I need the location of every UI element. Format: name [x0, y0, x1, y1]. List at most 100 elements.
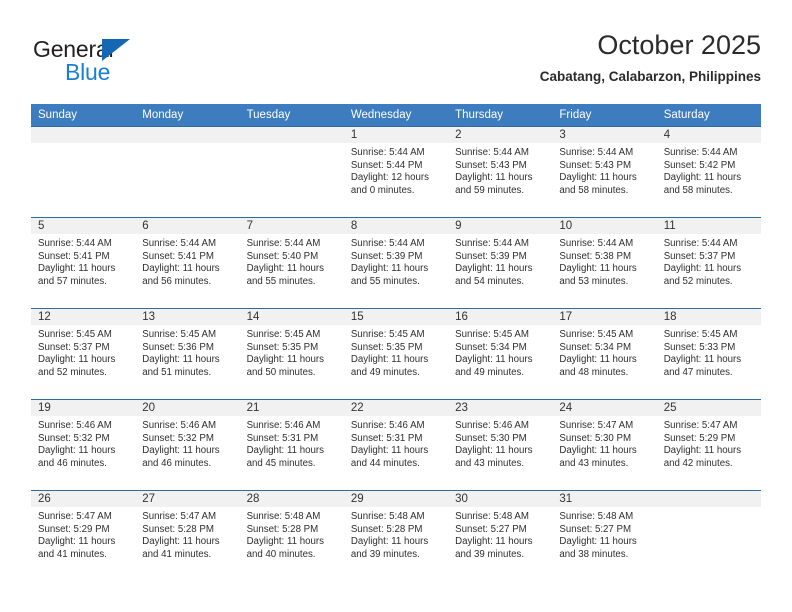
sunset-text: Sunset: 5:34 PM — [455, 341, 527, 353]
day-number: 5 — [31, 218, 136, 234]
day-sun-info: Sunrise: 5:46 AM Sunset: 5:32 PM Daylight:… — [31, 416, 135, 470]
calendar-page: General Blue October 2025 Cabatang, Cala… — [0, 0, 792, 612]
calendar-day-cell[interactable]: 11 Sunrise: 5:44 AM Sunset: 5:37 PM Dayligh… — [656, 217, 761, 309]
day-sun-info: Sunrise: 5:44 AM Sunset: 5:41 PM Daylight:… — [31, 234, 135, 288]
sunset-text: Sunset: 5:31 PM — [246, 432, 319, 444]
sunset-text: Sunset: 5:38 PM — [559, 250, 632, 262]
day-number: 31 — [552, 491, 657, 507]
sunset-text: Sunset: 5:29 PM — [38, 523, 110, 535]
day-number: 20 — [135, 400, 240, 416]
page-header: General Blue October 2025 Cabatang, Cala… — [31, 28, 761, 98]
calendar-day-cell[interactable]: 13 Sunrise: 5:45 AM Sunset: 5:36 PM Dayligh… — [135, 308, 240, 400]
calendar-day-cell[interactable]: 22 Sunrise: 5:46 AM Sunset: 5:31 PM Dayligh… — [343, 399, 449, 491]
sunrise-text: Sunrise: 5:44 AM — [350, 147, 425, 158]
day-sun-info: Sunrise: 5:44 AM Sunset: 5:42 PM Daylight:… — [657, 143, 761, 197]
sunset-text: Sunset: 5:44 PM — [350, 159, 423, 171]
calendar-day-cell[interactable]: 24 Sunrise: 5:47 AM Sunset: 5:30 PM Dayligh… — [552, 399, 657, 491]
sunset-text: Sunset: 5:28 PM — [142, 523, 214, 535]
daylight-text-line1: Daylight: 11 hours — [455, 172, 533, 184]
sunset-text: Sunset: 5:39 PM — [455, 250, 527, 262]
calendar-day-cell[interactable]: 28 Sunrise: 5:48 AM Sunset: 5:28 PM Dayligh… — [239, 490, 344, 582]
daylight-text-line1: Daylight: 11 hours — [559, 172, 637, 184]
daylight-text-line2: and 49 minutes. — [455, 366, 525, 378]
calendar-header-row: Sunday Monday Tuesday Wednesday Thursday… — [31, 104, 761, 127]
daylight-text-line1: Daylight: 11 hours — [350, 445, 429, 457]
calendar-cell-empty — [239, 126, 344, 218]
daylight-text-line2: and 57 minutes. — [38, 275, 107, 287]
daylight-text-line1: Daylight: 11 hours — [663, 263, 742, 275]
calendar-day-cell[interactable]: 19 Sunrise: 5:46 AM Sunset: 5:32 PM Dayligh… — [31, 399, 136, 491]
calendar-day-cell[interactable]: 12 Sunrise: 5:45 AM Sunset: 5:37 PM Dayligh… — [31, 308, 136, 400]
daylight-text-line1: Daylight: 11 hours — [350, 263, 429, 275]
sunset-text: Sunset: 5:34 PM — [559, 341, 632, 353]
daylight-text-line2: and 47 minutes. — [663, 366, 733, 378]
calendar-day-cell[interactable]: 10 Sunrise: 5:44 AM Sunset: 5:38 PM Dayligh… — [552, 217, 657, 309]
calendar-day-cell[interactable]: 16 Sunrise: 5:45 AM Sunset: 5:34 PM Dayligh… — [448, 308, 553, 400]
day-number: 9 — [448, 218, 553, 234]
daylight-text-line1: Daylight: 11 hours — [455, 445, 533, 457]
daylight-text-line2: and 43 minutes. — [455, 457, 525, 469]
day-number: 28 — [239, 491, 344, 507]
calendar-day-cell[interactable]: 17 Sunrise: 5:45 AM Sunset: 5:34 PM Dayligh… — [552, 308, 657, 400]
daylight-text-line1: Daylight: 11 hours — [38, 354, 116, 366]
daylight-text-line2: and 41 minutes. — [38, 548, 107, 560]
day-number: 24 — [552, 400, 657, 416]
calendar-day-cell[interactable]: 23 Sunrise: 5:46 AM Sunset: 5:30 PM Dayligh… — [448, 399, 553, 491]
daylight-text-line2: and 52 minutes. — [38, 366, 107, 378]
sunset-text: Sunset: 5:40 PM — [246, 250, 319, 262]
day-sun-info: Sunrise: 5:45 AM Sunset: 5:34 PM Daylight:… — [448, 325, 552, 379]
sunset-text: Sunset: 5:29 PM — [663, 432, 736, 444]
calendar-day-cell[interactable]: 29 Sunrise: 5:48 AM Sunset: 5:28 PM Dayligh… — [343, 490, 449, 582]
calendar-day-cell[interactable]: 5 Sunrise: 5:44 AM Sunset: 5:41 PM Daylight… — [31, 217, 136, 309]
daylight-text-line2: and 44 minutes. — [350, 457, 420, 469]
sunrise-text: Sunrise: 5:46 AM — [246, 420, 321, 431]
daylight-text-line2: and 38 minutes. — [559, 548, 629, 560]
day-sun-info: Sunrise: 5:45 AM Sunset: 5:34 PM Daylight:… — [552, 325, 656, 379]
calendar-day-cell[interactable]: 4 Sunrise: 5:44 AM Sunset: 5:42 PM Daylight… — [656, 126, 761, 218]
day-sun-info: Sunrise: 5:45 AM Sunset: 5:36 PM Daylight:… — [135, 325, 239, 379]
calendar-day-cell[interactable]: 2 Sunrise: 5:44 AM Sunset: 5:43 PM Daylight… — [448, 126, 553, 218]
sunrise-text: Sunrise: 5:46 AM — [350, 420, 425, 431]
calendar-week-row: 26 Sunrise: 5:47 AM Sunset: 5:29 PM Dayligh… — [31, 490, 761, 582]
daylight-text-line1: Daylight: 11 hours — [455, 263, 533, 275]
day-number: 2 — [448, 127, 553, 143]
day-sun-info: Sunrise: 5:46 AM Sunset: 5:31 PM Daylight:… — [344, 416, 448, 470]
daylight-text-line1: Daylight: 11 hours — [246, 445, 324, 457]
calendar-day-cell[interactable]: 15 Sunrise: 5:45 AM Sunset: 5:35 PM Dayligh… — [343, 308, 449, 400]
calendar-day-cell[interactable]: 30 Sunrise: 5:48 AM Sunset: 5:27 PM Dayligh… — [448, 490, 553, 582]
daylight-text-line2: and 56 minutes. — [142, 275, 212, 287]
calendar-day-cell[interactable]: 1 Sunrise: 5:44 AM Sunset: 5:44 PM Daylight… — [343, 126, 449, 218]
calendar-day-cell[interactable]: 27 Sunrise: 5:47 AM Sunset: 5:28 PM Dayligh… — [135, 490, 240, 582]
calendar-day-cell[interactable]: 7 Sunrise: 5:44 AM Sunset: 5:40 PM Daylight… — [239, 217, 344, 309]
day-sun-info: Sunrise: 5:47 AM Sunset: 5:28 PM Daylight:… — [135, 507, 239, 561]
day-sun-info: Sunrise: 5:46 AM Sunset: 5:31 PM Daylight:… — [240, 416, 344, 470]
daylight-text-line2: and 41 minutes. — [142, 548, 212, 560]
day-sun-info: Sunrise: 5:46 AM Sunset: 5:30 PM Daylight:… — [448, 416, 552, 470]
calendar-day-cell[interactable]: 3 Sunrise: 5:44 AM Sunset: 5:43 PM Daylight… — [552, 126, 657, 218]
day-number: 17 — [552, 309, 657, 325]
calendar-day-cell[interactable]: 14 Sunrise: 5:45 AM Sunset: 5:35 PM Dayligh… — [239, 308, 344, 400]
daylight-text-line1: Daylight: 11 hours — [663, 445, 742, 457]
general-blue-logo[interactable]: General Blue — [31, 36, 231, 88]
day-number: 22 — [343, 400, 449, 416]
day-number: 18 — [656, 309, 761, 325]
daylight-text-line1: Daylight: 11 hours — [246, 536, 324, 548]
calendar-day-cell[interactable]: 8 Sunrise: 5:44 AM Sunset: 5:39 PM Daylight… — [343, 217, 449, 309]
calendar-day-cell[interactable]: 21 Sunrise: 5:46 AM Sunset: 5:31 PM Dayligh… — [239, 399, 344, 491]
day-sun-info: Sunrise: 5:48 AM Sunset: 5:28 PM Daylight:… — [240, 507, 344, 561]
weekday-header-sunday: Sunday — [31, 104, 136, 127]
day-sun-info: Sunrise: 5:48 AM Sunset: 5:27 PM Daylight:… — [448, 507, 552, 561]
calendar-day-cell[interactable]: 9 Sunrise: 5:44 AM Sunset: 5:39 PM Daylight… — [448, 217, 553, 309]
calendar-day-cell[interactable]: 31 Sunrise: 5:48 AM Sunset: 5:27 PM Dayligh… — [552, 490, 657, 582]
calendar-day-cell[interactable]: 20 Sunrise: 5:46 AM Sunset: 5:32 PM Dayligh… — [135, 399, 240, 491]
day-number: 11 — [656, 218, 761, 234]
sunset-text: Sunset: 5:27 PM — [455, 523, 527, 535]
calendar-day-cell[interactable]: 18 Sunrise: 5:45 AM Sunset: 5:33 PM Dayligh… — [656, 308, 761, 400]
calendar-day-cell[interactable]: 6 Sunrise: 5:44 AM Sunset: 5:41 PM Daylight… — [135, 217, 240, 309]
calendar-day-cell[interactable]: 26 Sunrise: 5:47 AM Sunset: 5:29 PM Dayligh… — [31, 490, 136, 582]
calendar-day-cell[interactable]: 25 Sunrise: 5:47 AM Sunset: 5:29 PM Dayligh… — [656, 399, 761, 491]
daylight-text-line1: Daylight: 11 hours — [246, 263, 324, 275]
day-sun-info: Sunrise: 5:45 AM Sunset: 5:35 PM Daylight:… — [240, 325, 344, 379]
day-number: 12 — [31, 309, 136, 325]
daylight-text-line2: and 39 minutes. — [455, 548, 525, 560]
